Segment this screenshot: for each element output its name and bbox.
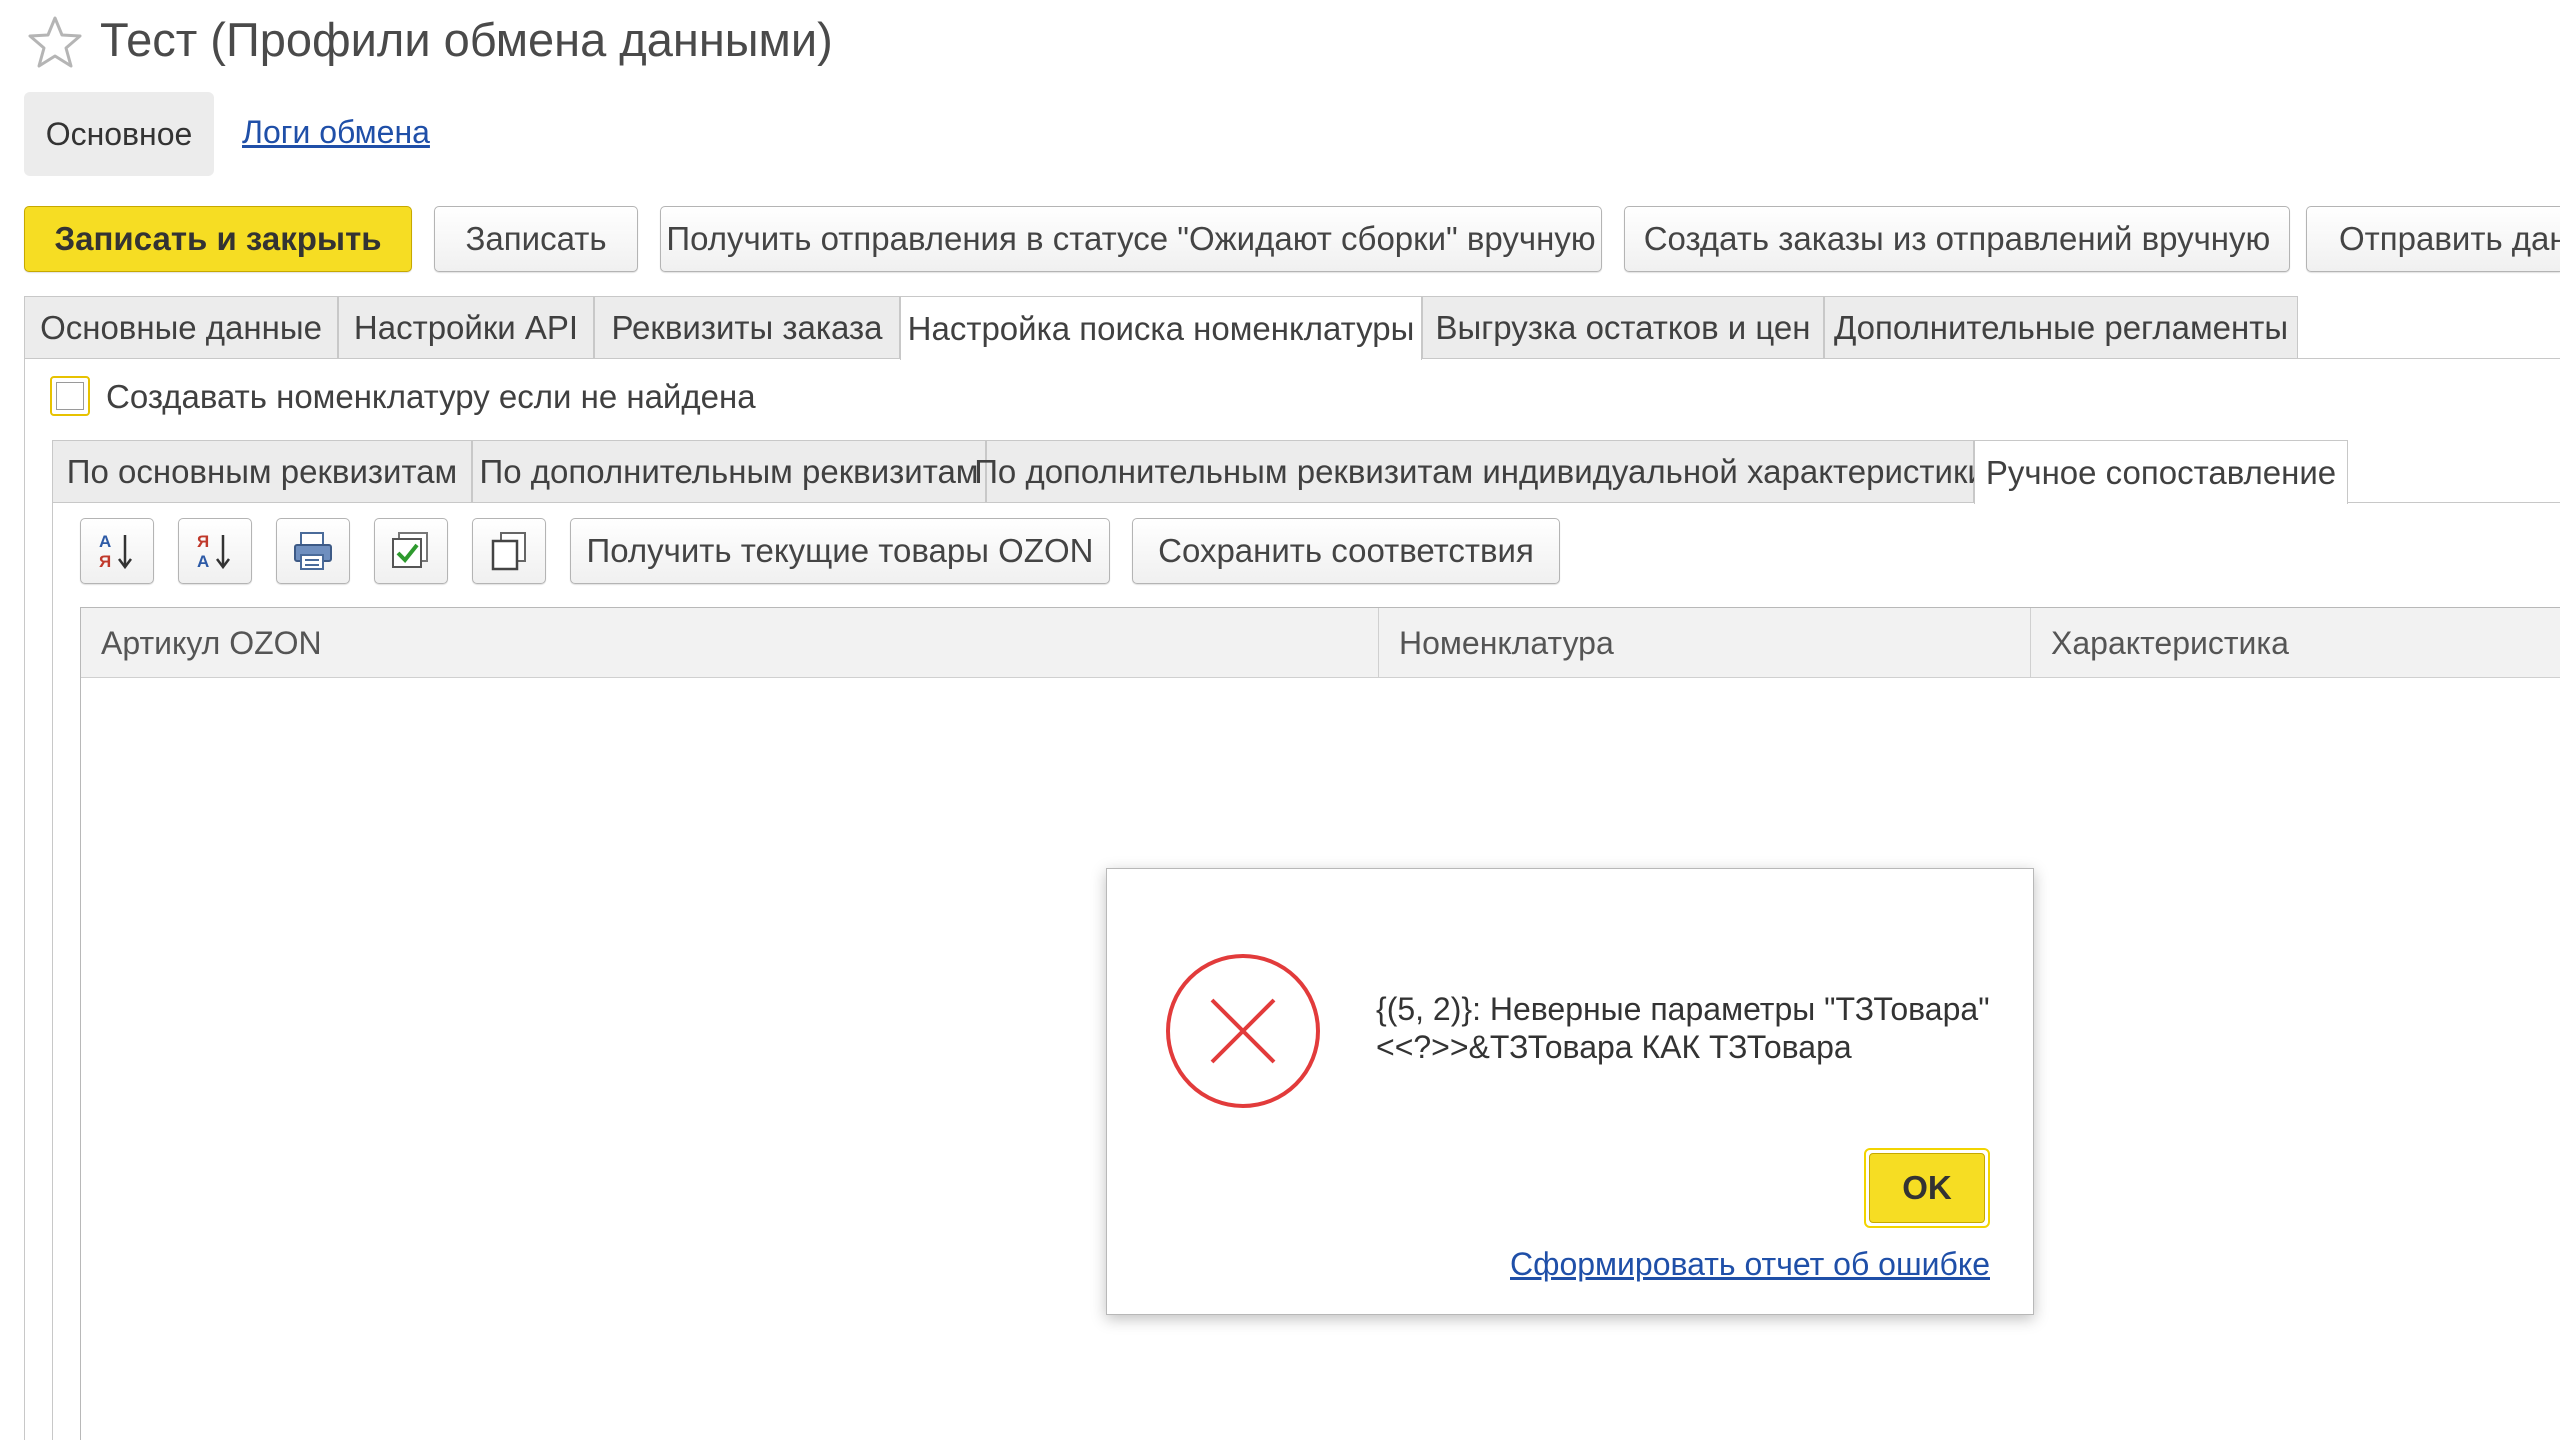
sort-descending-icon: Я А: [197, 532, 230, 571]
save-and-close-button[interactable]: Записать и закрыть: [24, 206, 412, 272]
error-message: {(5, 2)}: Неверные параметры "ТЗТовара" …: [1376, 990, 1990, 1066]
error-report-link[interactable]: Сформировать отчет об ошибке: [1510, 1246, 1990, 1283]
copy-button[interactable]: [472, 518, 546, 584]
copy-icon: [491, 532, 526, 571]
grid-header: Артикул OZON Номенклатура Характеристика: [81, 608, 2560, 678]
subtab-additional-requisites[interactable]: По дополнительным реквизитам: [472, 440, 986, 502]
print-button[interactable]: [276, 518, 350, 584]
save-mapping-button[interactable]: Сохранить соответствия: [1132, 518, 1560, 584]
error-message-line1: {(5, 2)}: Неверные параметры "ТЗТовара": [1376, 991, 1990, 1027]
tab-panel-border: [24, 358, 25, 1440]
svg-text:Я: Я: [99, 552, 111, 571]
create-item-checkbox[interactable]: [50, 376, 90, 416]
tabs-baseline-left: [24, 358, 900, 359]
check-all-button[interactable]: [374, 518, 448, 584]
error-message-line2: <<?>>&ТЗТовара КАК ТЗТовара: [1376, 1029, 1852, 1065]
check-all-icon: [392, 532, 428, 568]
star-outline-icon[interactable]: [26, 14, 84, 72]
get-shipments-button[interactable]: Получить отправления в статусе "Ожидают …: [660, 206, 1602, 272]
create-item-checkbox-label: Создавать номенклатуру если не найдена: [106, 378, 756, 415]
tab-api-settings[interactable]: Настройки API: [338, 296, 594, 358]
subtabs-baseline-left: [52, 502, 1974, 503]
svg-text:Я: Я: [197, 532, 209, 551]
subtab-manual-mapping[interactable]: Ручное сопоставление: [1974, 440, 2348, 504]
subtab-individual-characteristics[interactable]: По дополнительным реквизитам индивидуаль…: [974, 440, 1986, 502]
column-header-item[interactable]: Номенклатура: [1379, 608, 2031, 678]
send-data-button[interactable]: Отправить данн: [2306, 206, 2560, 272]
tab-order-requisites[interactable]: Реквизиты заказа: [594, 296, 900, 358]
tab-item-search-settings[interactable]: Настройка поиска номенклатуры: [900, 296, 1422, 360]
sort-descending-button[interactable]: Я А: [178, 518, 252, 584]
sort-ascending-button[interactable]: А Я: [80, 518, 154, 584]
ok-button-focus-ring: OK: [1864, 1148, 1990, 1228]
nav-main-tab[interactable]: Основное: [24, 92, 214, 176]
tab-additional-schedules[interactable]: Дополнительные регламенты: [1824, 296, 2298, 358]
sort-ascending-icon: А Я: [99, 532, 132, 571]
subtab-main-requisites[interactable]: По основным реквизитам: [52, 440, 472, 502]
ok-button[interactable]: OK: [1869, 1153, 1985, 1223]
error-x-icon: [1164, 952, 1322, 1110]
create-orders-button[interactable]: Создать заказы из отправлений вручную: [1624, 206, 2290, 272]
get-ozon-products-button[interactable]: Получить текущие товары OZON: [570, 518, 1110, 584]
subtab-panel-border: [52, 502, 53, 1440]
tab-main-data[interactable]: Основные данные: [24, 296, 338, 358]
tab-stock-prices-export[interactable]: Выгрузка остатков и цен: [1422, 296, 1824, 358]
save-button[interactable]: Записать: [434, 206, 638, 272]
window-title: Тест (Профили обмена данными): [100, 13, 833, 66]
column-header-ozon-sku[interactable]: Артикул OZON: [81, 608, 1379, 678]
column-header-characteristic[interactable]: Характеристика: [2031, 608, 2560, 678]
tabs-baseline-right: [1422, 358, 2560, 359]
svg-text:А: А: [99, 532, 111, 551]
subtabs-baseline-right: [2348, 502, 2560, 503]
svg-text:А: А: [197, 552, 209, 571]
nav-logs-link[interactable]: Логи обмена: [242, 114, 430, 151]
print-icon: [294, 532, 332, 570]
